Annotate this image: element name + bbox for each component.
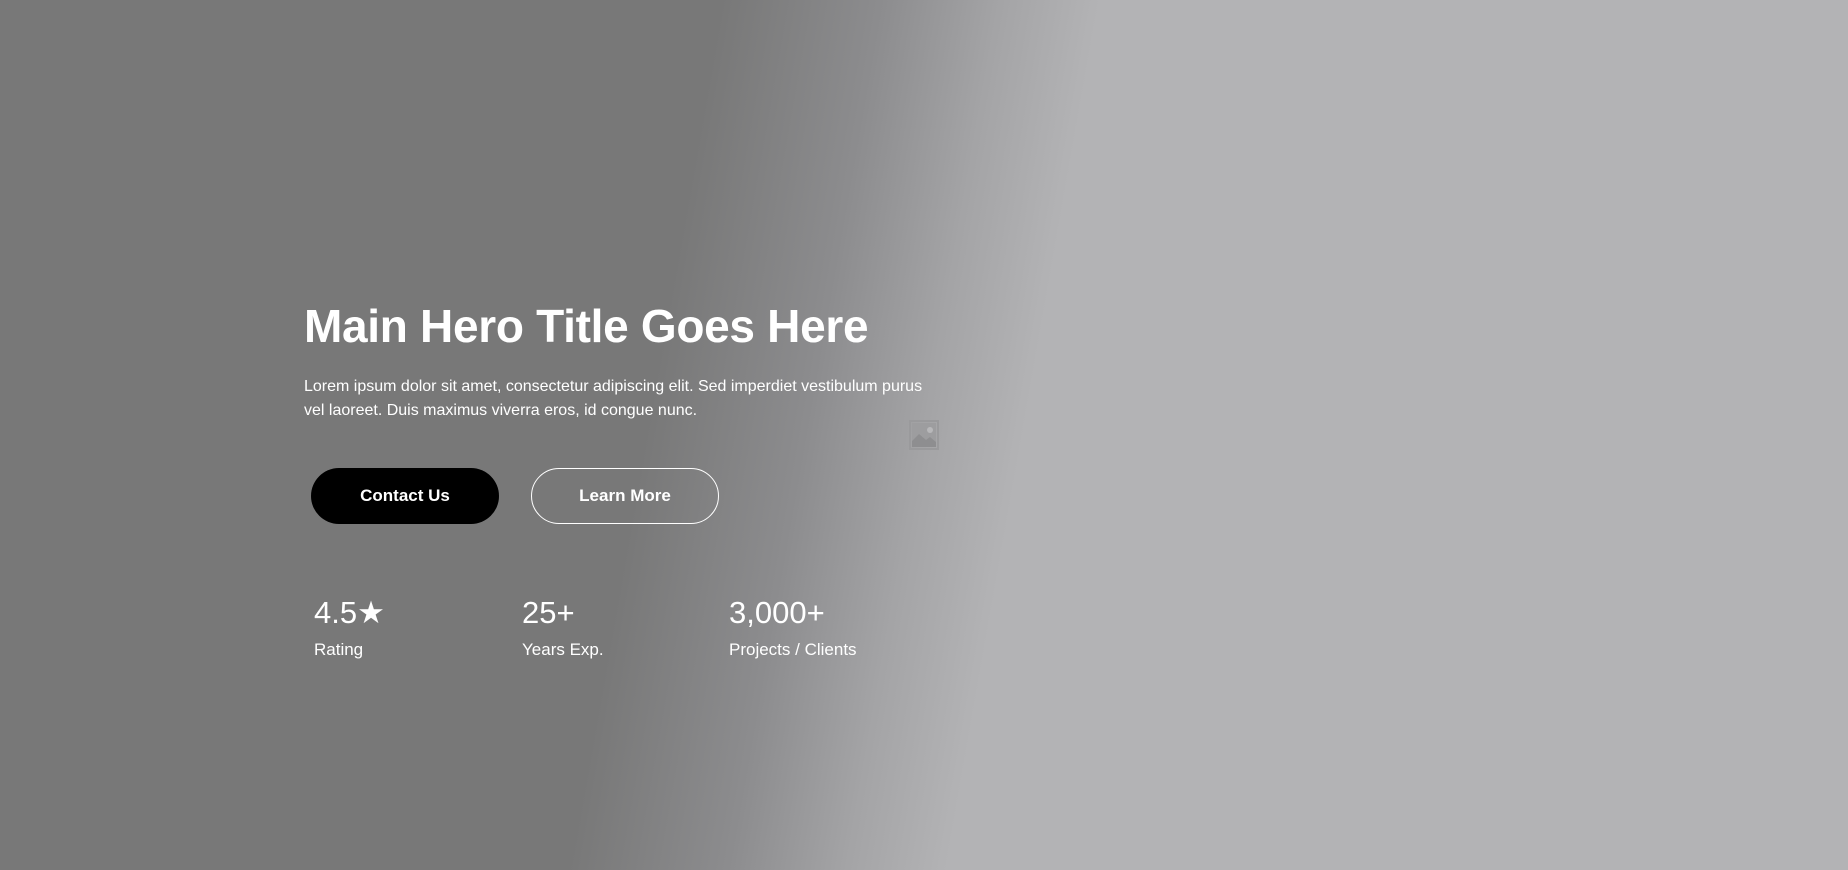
stat-projects: 3,000+ Projects / Clients [729,595,929,661]
stat-projects-value: 3,000+ [729,595,825,630]
stat-projects-label: Projects / Clients [729,640,857,659]
hero-description: Lorem ipsum dolor sit amet, consectetur … [304,378,923,419]
stat-years: 25+ Years Exp. [522,595,722,661]
contact-us-button[interactable]: Contact Us [311,468,499,524]
learn-more-button-label: Learn More [579,486,671,505]
stat-rating-value: 4.5★ [314,595,385,630]
learn-more-button[interactable]: Learn More [531,468,719,524]
stat-rating-label: Rating [314,640,364,659]
hero-title: Main Hero Title Goes Here [304,300,869,352]
stat-years-value: 25+ [522,595,575,630]
hero-content: Main Hero Title Goes Here Lorem ipsum do… [304,296,944,659]
contact-us-button-label: Contact Us [360,486,450,505]
stat-rating: 4.5★ Rating [314,595,514,661]
stat-years-label: Years Exp. [522,640,604,659]
hero-section: Main Hero Title Goes Here Lorem ipsum do… [0,0,1848,870]
image-placeholder-icon [909,420,939,450]
